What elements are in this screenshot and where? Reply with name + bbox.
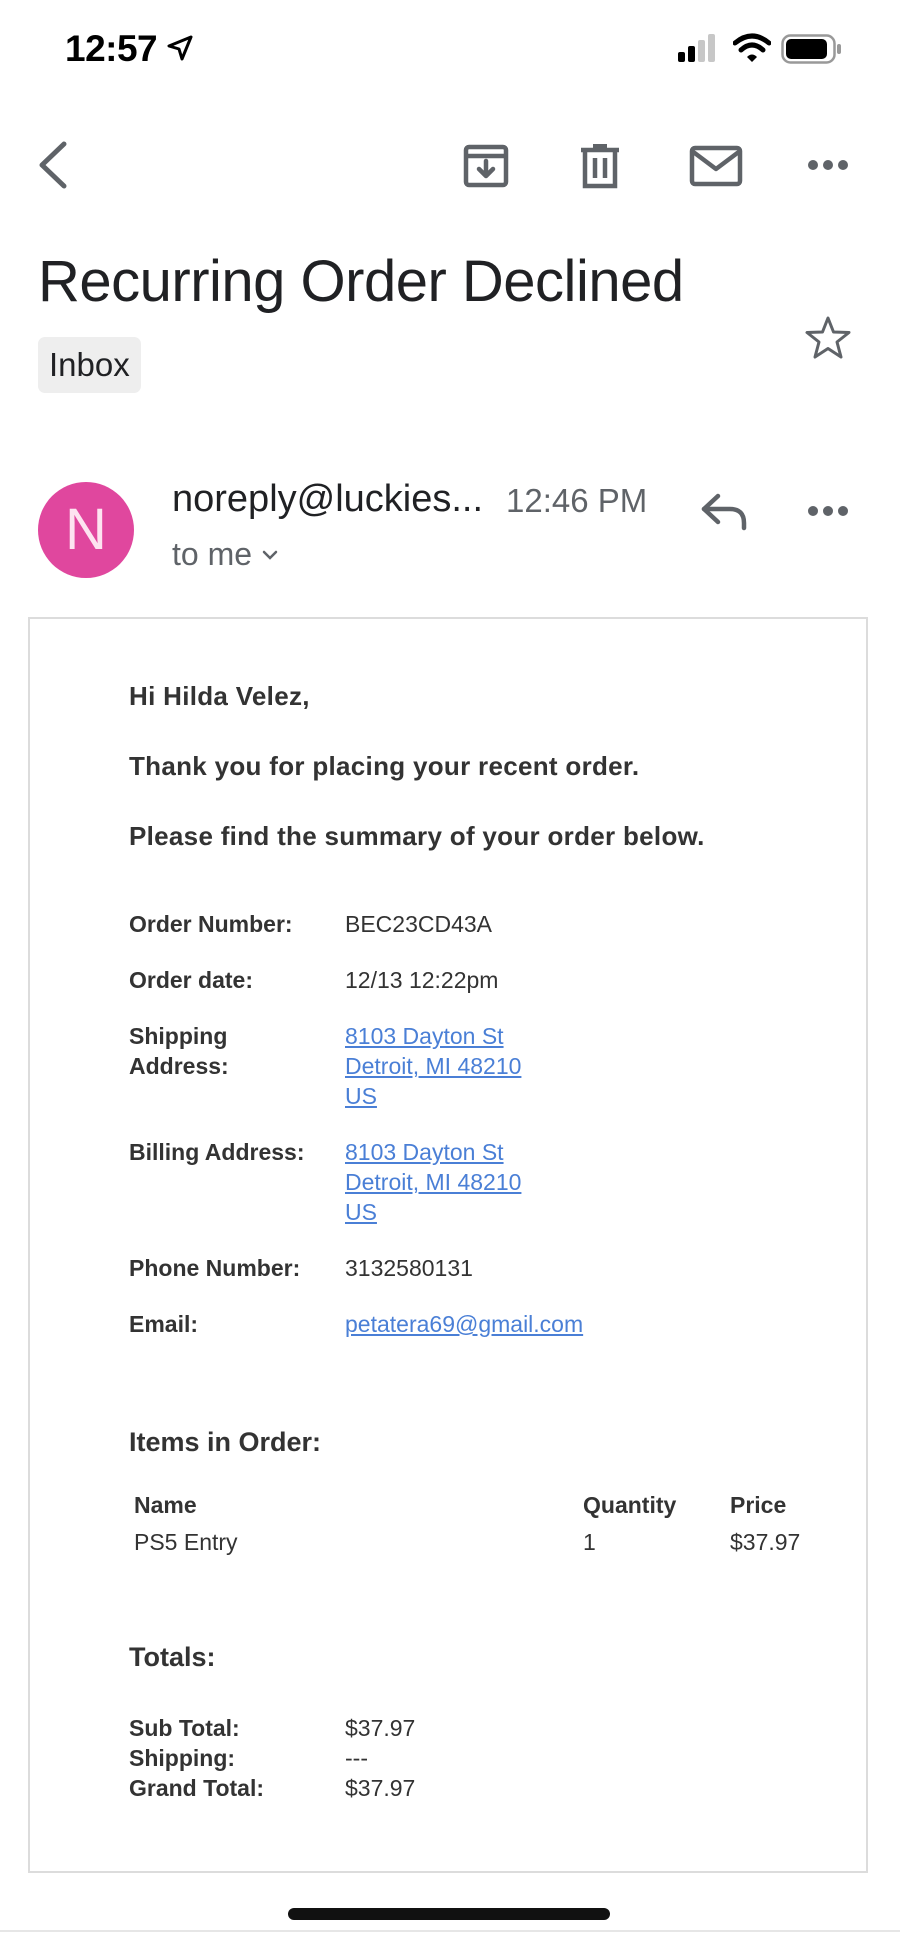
back-button[interactable] xyxy=(28,135,78,195)
shipping-address-line[interactable]: 8103 Dayton St xyxy=(345,1021,521,1051)
shipping-address-value: 8103 Dayton St Detroit, MI 48210 US xyxy=(345,1021,521,1111)
signal-icon xyxy=(678,34,715,62)
archive-icon xyxy=(463,144,509,188)
chevron-down-icon xyxy=(262,550,278,560)
grand-total-value: $37.97 xyxy=(345,1775,416,1801)
grand-total-label: Grand Total: xyxy=(129,1775,265,1801)
email-body: Hi Hilda Velez, Thank you for placing yo… xyxy=(28,617,868,1873)
items-header-price: Price xyxy=(730,1492,787,1518)
star-icon xyxy=(805,316,851,359)
billing-address-line[interactable]: US xyxy=(345,1197,521,1227)
battery-icon xyxy=(781,34,841,64)
mail-icon xyxy=(689,145,743,187)
divider xyxy=(0,1930,900,1932)
shipping-address-line[interactable]: Detroit, MI 48210 xyxy=(345,1051,521,1081)
sub-total-value: $37.97 xyxy=(345,1715,416,1741)
more-horizontal-icon xyxy=(808,160,848,170)
sub-total-label: Sub Total: xyxy=(129,1715,240,1741)
billing-address-line[interactable]: 8103 Dayton St xyxy=(345,1137,521,1167)
shipping-address-line[interactable]: US xyxy=(345,1081,521,1111)
item-quantity: 1 xyxy=(583,1529,596,1555)
shipping-cost-label: Shipping: xyxy=(129,1745,236,1771)
chevron-left-icon xyxy=(39,141,67,189)
more-options-button[interactable] xyxy=(800,150,856,180)
message-more-button[interactable] xyxy=(800,496,856,526)
sender-name[interactable]: noreply@luckies... xyxy=(172,478,483,521)
wifi-icon xyxy=(733,33,771,62)
trash-icon xyxy=(581,144,619,189)
order-number-value: BEC23CD43A xyxy=(345,911,493,937)
item-price: $37.97 xyxy=(730,1529,801,1555)
order-date-label: Order date: xyxy=(129,967,253,993)
shipping-address-label: Shipping Address: xyxy=(129,1021,229,1081)
email-subject: Recurring Order Declined xyxy=(38,249,684,314)
delete-button[interactable] xyxy=(572,138,628,194)
item-name: PS5 Entry xyxy=(134,1529,238,1555)
billing-address-line[interactable]: Detroit, MI 48210 xyxy=(345,1167,521,1197)
shipping-label-line-2: Address: xyxy=(129,1053,229,1079)
items-header-quantity: Quantity xyxy=(583,1492,677,1518)
inbox-label-chip[interactable]: Inbox xyxy=(38,337,141,393)
items-header-name: Name xyxy=(134,1492,197,1518)
billing-address-value: 8103 Dayton St Detroit, MI 48210 US xyxy=(345,1137,521,1227)
home-indicator[interactable] xyxy=(288,1908,610,1920)
reply-button[interactable] xyxy=(698,488,750,536)
items-title: Items in Order: xyxy=(129,1427,322,1457)
more-horizontal-icon xyxy=(808,506,848,516)
order-date-value: 12/13 12:22pm xyxy=(345,967,499,993)
reply-icon xyxy=(701,493,747,531)
billing-address-label: Billing Address: xyxy=(129,1139,305,1165)
phone-value: 3132580131 xyxy=(345,1255,473,1281)
star-button[interactable] xyxy=(800,310,856,366)
email-link[interactable]: petatera69@gmail.com xyxy=(345,1309,583,1339)
status-bar: 12:57 xyxy=(0,0,900,100)
recipient-details-toggle[interactable]: to me xyxy=(172,536,278,573)
order-number-label: Order Number: xyxy=(129,911,293,937)
archive-button[interactable] xyxy=(458,138,514,194)
received-time: 12:46 PM xyxy=(506,482,648,519)
totals-title: Totals: xyxy=(129,1642,216,1672)
intro-line: Thank you for placing your recent order. xyxy=(129,751,640,781)
mark-unread-button[interactable] xyxy=(686,138,746,194)
status-time: 12:57 xyxy=(65,28,158,69)
summary-line: Please find the summary of your order be… xyxy=(129,821,705,851)
greeting: Hi Hilda Velez, xyxy=(129,681,310,711)
email-label: Email: xyxy=(129,1311,199,1337)
location-arrow-icon xyxy=(167,35,193,61)
shipping-cost-value: --- xyxy=(345,1745,368,1771)
phone-label: Phone Number: xyxy=(129,1255,301,1281)
shipping-label-line-1: Shipping xyxy=(129,1023,228,1049)
sender-avatar[interactable]: N xyxy=(38,482,134,578)
recipient-text: to me xyxy=(172,536,253,572)
